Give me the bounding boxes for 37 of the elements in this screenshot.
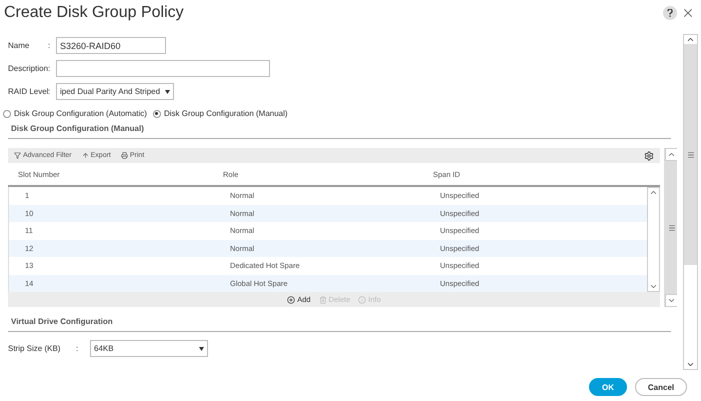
arrow-up-icon <box>82 152 89 159</box>
grip-icon[interactable] <box>686 150 694 158</box>
text-field[interactable] <box>56 60 270 77</box>
filter-icon <box>14 152 21 159</box>
field-label: Strip Size (KB) <box>8 344 62 353</box>
dropdown-caret-icon[interactable] <box>199 346 204 350</box>
colon: : <box>48 64 52 73</box>
help-icon[interactable] <box>663 6 677 20</box>
scrollbar[interactable] <box>647 187 660 292</box>
settings-icon[interactable] <box>644 150 654 160</box>
section-heading: Disk Group Configuration (Manual) <box>8 118 671 139</box>
grip-icon[interactable] <box>668 224 676 232</box>
dialog-title: Create Disk Group Policy <box>4 4 184 22</box>
raid-level-select[interactable]: iped Dual Parity And Striped <box>56 83 174 100</box>
scrollbar[interactable] <box>683 34 698 370</box>
dropdown-caret-icon[interactable] <box>165 90 170 94</box>
field-label: Name <box>8 41 30 50</box>
plus-circle-icon <box>287 296 296 304</box>
field-label: RAID Level <box>8 87 48 96</box>
colon: : <box>76 344 80 353</box>
cancel-button[interactable]: Cancel <box>635 378 687 396</box>
scrollbar[interactable] <box>664 148 677 307</box>
scrollbar-thumb[interactable] <box>684 44 697 265</box>
text-field[interactable]: S3260-RAID60 <box>56 37 166 54</box>
section-heading: Virtual Drive Configuration <box>8 311 671 332</box>
trash-icon <box>318 296 327 304</box>
chevron-up-icon[interactable] <box>686 35 695 44</box>
colon: : <box>48 87 52 96</box>
radio-option[interactable]: Disk Group Configuration (Automatic) <box>3 109 147 118</box>
printer-icon <box>120 152 128 159</box>
chevron-down-icon[interactable] <box>686 360 695 369</box>
chevron-up-icon[interactable] <box>649 188 658 197</box>
radio-option[interactable]: Disk Group Configuration (Manual) <box>152 109 288 118</box>
field-label: Description <box>8 64 48 73</box>
info-icon <box>358 296 366 304</box>
strip-size-select[interactable]: 64KB <box>90 340 208 357</box>
colon: : <box>48 41 52 50</box>
